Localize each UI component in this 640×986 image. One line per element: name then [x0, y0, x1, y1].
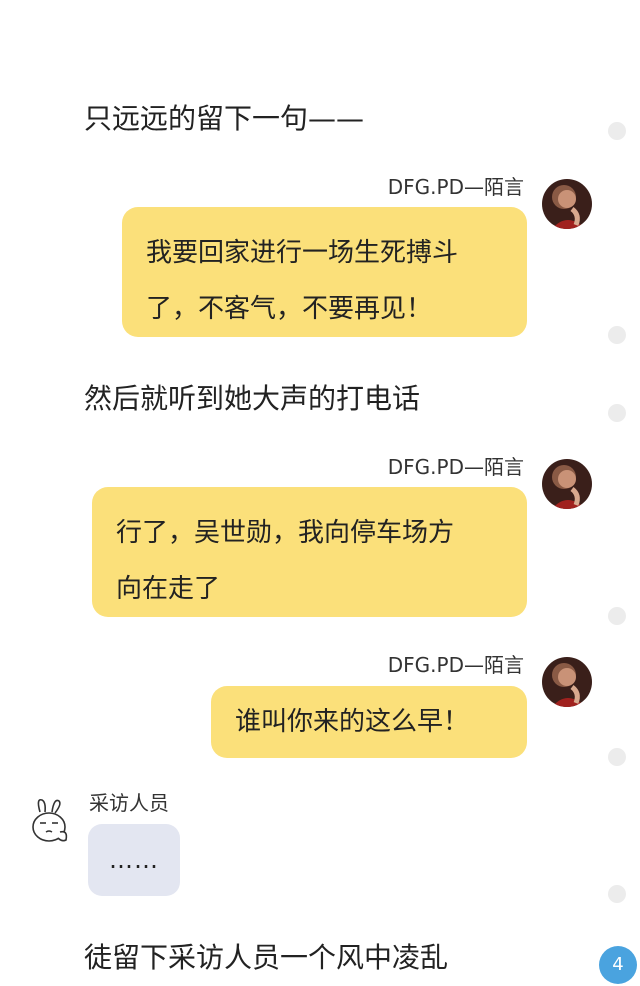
sender-name: DFG.PD—陌言: [387, 175, 524, 199]
message-bubble[interactable]: 我要回家进行一场生死搏斗 了，不客气，不要再见！: [122, 207, 527, 337]
page-number-badge[interactable]: 4: [599, 946, 637, 984]
avatar-photo-icon: [542, 459, 592, 509]
sender-name: DFG.PD—陌言: [387, 653, 524, 677]
edge-dot: [608, 122, 626, 140]
rabbit-face-icon: [32, 798, 68, 842]
narration-line: 只远远的留下一句——: [84, 102, 365, 135]
edge-dot: [608, 885, 626, 903]
message-text: 了，不客气，不要再见！: [146, 294, 433, 324]
avatar[interactable]: [542, 179, 592, 229]
message-text: 向在走了: [116, 574, 221, 604]
sender-name: DFG.PD—陌言: [387, 455, 524, 479]
message-text: 我要回家进行一场生死搏斗: [146, 238, 459, 268]
avatar-photo-icon: [542, 179, 592, 229]
narration-line: 然后就听到她大声的打电话: [84, 382, 421, 415]
message-bubble[interactable]: 行了，吴世勋，我向停车场方 向在走了: [92, 487, 527, 617]
edge-dot: [608, 607, 626, 625]
avatar[interactable]: [542, 657, 592, 707]
edge-dot: [608, 326, 626, 344]
edge-dot: [608, 748, 626, 766]
narration-line: 徒留下采访人员一个风中凌乱: [84, 941, 449, 974]
avatar[interactable]: [542, 459, 592, 509]
message-text: 行了，吴世勋，我向停车场方: [116, 518, 455, 548]
edge-dot: [608, 404, 626, 422]
reply-sender-name: 采访人员: [89, 791, 169, 815]
message-bubble[interactable]: 谁叫你来的这么早！: [211, 686, 527, 758]
avatar-photo-icon: [542, 657, 592, 707]
message-text: 谁叫你来的这么早！: [235, 707, 470, 737]
reply-bubble[interactable]: ……: [88, 824, 180, 896]
